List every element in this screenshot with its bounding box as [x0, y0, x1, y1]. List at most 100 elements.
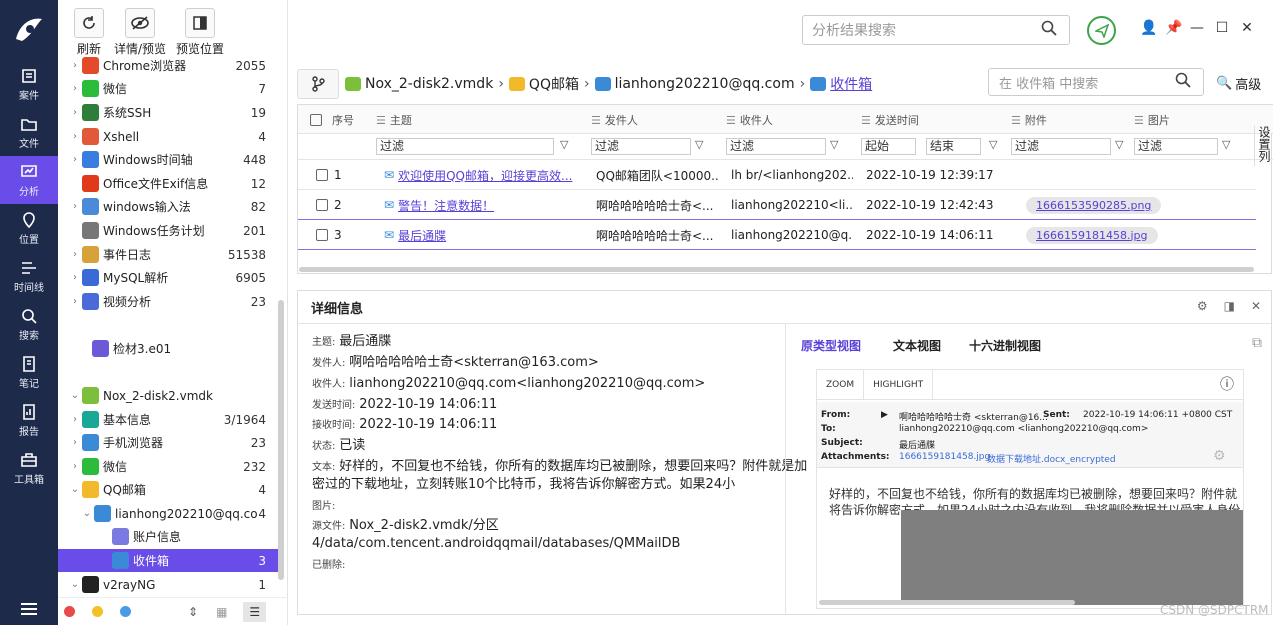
column-filter-input[interactable]: 过滤	[1134, 138, 1218, 155]
column-filter-input[interactable]: 过滤	[1011, 138, 1111, 155]
column-header[interactable]: ☰ 发件人	[591, 105, 638, 135]
rail-item-5[interactable]: 搜索	[0, 300, 58, 348]
select-all-checkbox[interactable]	[310, 114, 322, 126]
preview-position-button[interactable]: 预览位置	[176, 0, 224, 58]
search-icon[interactable]	[1041, 20, 1069, 40]
tree-item[interactable]: › 事件日志 51538	[58, 243, 280, 266]
tree-item[interactable]: › Chrome浏览器 2055	[58, 54, 280, 77]
open-external-icon[interactable]: ⧉	[1252, 335, 1262, 351]
end-time-filter[interactable]: 结束	[926, 138, 981, 155]
preview-scrollbar[interactable]	[819, 600, 1075, 605]
advanced-search-button[interactable]: 🔍 高级	[1216, 74, 1261, 93]
maximize-icon[interactable]: ☐	[1215, 20, 1229, 36]
split-panel-icon[interactable]: ◨	[1224, 299, 1235, 313]
tree-item[interactable]: ⌄ QQ邮箱 4	[58, 478, 280, 501]
tree-item[interactable]: Office文件Exif信息 12	[58, 172, 280, 195]
filter-funnel-icon[interactable]: ▽	[560, 138, 568, 151]
tree-item[interactable]: ⌄ lianhong202210@qq.co... 4	[58, 502, 280, 525]
table-row[interactable]: 3 ✉ 最后通牒 啊哈哈哈哈哈士奇<... lianhong202210@q... 202…	[298, 220, 1256, 250]
table-horizontal-scrollbar[interactable]	[299, 267, 1254, 272]
column-filter-input[interactable]: 过滤	[591, 138, 691, 155]
row-subject[interactable]: 欢迎使用QQ邮箱，迎接更高效...	[398, 167, 572, 184]
close-icon[interactable]: ✕	[1240, 20, 1254, 36]
filter-funnel-icon[interactable]: ▽	[695, 138, 703, 151]
rail-item-7[interactable]: 报告	[0, 396, 58, 444]
grid-view-icon[interactable]: ▦	[216, 605, 227, 619]
tree-item[interactable]: › 微信 232	[58, 455, 280, 478]
breadcrumb-item[interactable]: 收件箱	[810, 74, 872, 94]
expand-arrow-icon[interactable]: ▶	[881, 410, 888, 420]
rail-item-1[interactable]: 文件	[0, 108, 58, 156]
breadcrumb-item[interactable]: lianhong202210@qq.com ›	[594, 76, 811, 92]
search-icon[interactable]	[1175, 72, 1203, 92]
breadcrumb-item[interactable]: QQ邮箱 ›	[508, 74, 595, 94]
chevron-icon[interactable]: ›	[68, 201, 82, 212]
chevron-icon[interactable]: ›	[68, 60, 82, 71]
user-icon[interactable]: 👤	[1140, 20, 1157, 36]
tree-scrollbar[interactable]	[278, 300, 284, 580]
filter-funnel-icon[interactable]: ▽	[989, 138, 997, 151]
column-header[interactable]: ☰ 附件	[1011, 105, 1047, 135]
chevron-icon[interactable]: ›	[68, 249, 82, 260]
red-dot-icon[interactable]	[64, 606, 75, 617]
inbox-search-input[interactable]: 在 收件箱 中搜索	[988, 68, 1204, 96]
close-icon[interactable]: ✕	[1251, 299, 1261, 313]
view-tab[interactable]: 文本视图	[893, 337, 941, 354]
row-attachment[interactable]: 1666153590285.png	[1026, 196, 1162, 214]
rail-item-6[interactable]: 笔记	[0, 348, 58, 396]
collapse-icon[interactable]: ⇕	[188, 605, 198, 619]
column-menu-icon[interactable]: ☰	[1011, 114, 1021, 127]
tree-item[interactable]: › 视频分析 23	[58, 290, 280, 313]
branch-icon[interactable]	[297, 69, 339, 99]
tree-item[interactable]: › windows输入法 82	[58, 195, 280, 218]
hamburger-menu-icon[interactable]	[0, 603, 58, 615]
row-checkbox[interactable]	[316, 229, 328, 241]
tree-item[interactable]: › MySQL解析 6905	[58, 266, 280, 289]
chevron-icon[interactable]: ›	[68, 296, 82, 307]
tree-item[interactable]: › Xshell 4	[58, 125, 280, 148]
column-menu-icon[interactable]: ☰	[376, 114, 386, 127]
rail-item-2[interactable]: 分析	[0, 156, 58, 204]
chevron-icon[interactable]: ⌄	[68, 390, 82, 401]
chevron-icon[interactable]: ›	[68, 154, 82, 165]
start-time-filter[interactable]: 起始	[861, 138, 916, 155]
info-icon[interactable]: ⓘ	[1211, 370, 1243, 400]
chevron-icon[interactable]: ›	[68, 437, 82, 448]
tree-item[interactable]: 收件箱 3	[58, 549, 280, 572]
column-menu-icon[interactable]: ☰	[591, 114, 601, 127]
rail-item-3[interactable]: 位置	[0, 204, 58, 252]
filter-funnel-icon[interactable]: ▽	[1115, 138, 1123, 151]
tree-item[interactable]: › Windows时间轴 448	[58, 148, 280, 171]
column-menu-icon[interactable]: ☰	[726, 114, 736, 127]
column-header[interactable]: ☰ 图片	[1134, 105, 1170, 135]
list-view-icon[interactable]: ☰	[243, 601, 267, 622]
chevron-icon[interactable]: ›	[68, 414, 82, 425]
blue-dot-icon[interactable]	[120, 606, 131, 617]
preview-attachment-2[interactable]: 数据下载地址.docx_encrypted	[987, 452, 1116, 465]
chevron-icon[interactable]: ⌄	[68, 579, 82, 590]
analysis-search-input[interactable]: 分析结果搜索	[802, 15, 1070, 45]
chevron-icon[interactable]: ⌄	[80, 508, 94, 519]
chevron-icon[interactable]: ›	[68, 272, 82, 283]
row-attachment[interactable]: 1666159181458.jpg	[1026, 226, 1158, 244]
tree-item[interactable]: ⌄ v2rayNG 1	[58, 573, 280, 596]
column-header[interactable]: 序号	[310, 105, 354, 135]
view-tab[interactable]: 原类型视图	[801, 337, 861, 354]
rail-item-4[interactable]: 时间线	[0, 252, 58, 300]
column-header[interactable]: ☰ 收件人	[726, 105, 773, 135]
column-header[interactable]: ☰ 主题	[376, 105, 412, 135]
gear-icon[interactable]: ⚙	[1197, 299, 1208, 313]
column-menu-icon[interactable]: ☰	[861, 114, 871, 127]
filter-funnel-icon[interactable]: ▽	[830, 138, 838, 151]
chevron-icon[interactable]: ›	[68, 131, 82, 142]
highlight-button[interactable]: HIGHLIGHT	[864, 370, 934, 400]
chevron-icon[interactable]: ⌄	[68, 484, 82, 495]
chevron-icon[interactable]: ›	[68, 107, 82, 118]
tree-item[interactable]: › 手机浏览器 23	[58, 431, 280, 454]
refresh-button[interactable]: 刷新	[74, 0, 104, 58]
detail-splitter[interactable]	[785, 324, 786, 614]
tree-item[interactable]: › 微信 7	[58, 77, 280, 100]
yellow-dot-icon[interactable]	[92, 606, 103, 617]
set-columns-button[interactable]: 设置列	[1254, 126, 1272, 166]
table-row[interactable]: 2 ✉ 警告！注意数据！ 啊哈哈哈哈哈士奇<... lianhong202210<li.…	[298, 190, 1256, 220]
